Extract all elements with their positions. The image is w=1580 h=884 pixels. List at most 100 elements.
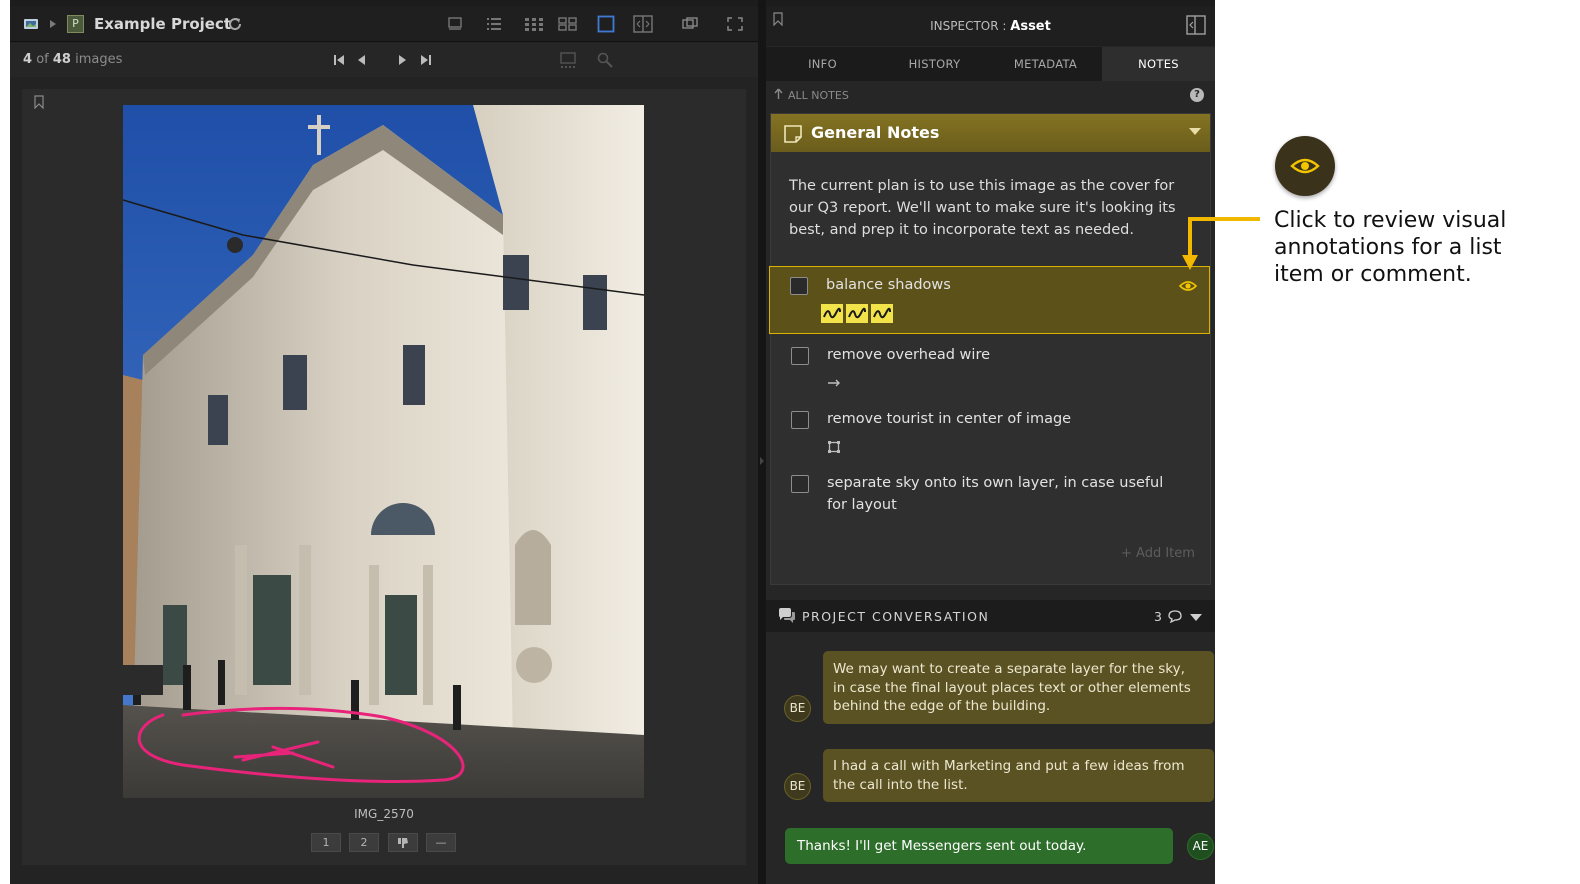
- list-view-icon[interactable]: [486, 17, 502, 31]
- message-bubble: We may want to create a separate layer f…: [823, 651, 1214, 724]
- viewer-subbar: 4 of 48 images: [10, 43, 758, 77]
- fullscreen-icon[interactable]: [727, 17, 743, 31]
- chat-bubbles-icon: [779, 608, 795, 623]
- eye-icon[interactable]: [1179, 279, 1197, 293]
- general-notes-header[interactable]: General Notes: [771, 114, 1210, 152]
- scribble-annotations[interactable]: [821, 304, 893, 323]
- inspector-title: INSPECTOR : Asset: [766, 19, 1215, 34]
- list-item[interactable]: balance shadows: [769, 266, 1210, 334]
- panel-toggle-icon[interactable]: [1185, 14, 1207, 36]
- scribble-icon[interactable]: [846, 304, 868, 323]
- viewer-pane: P Example Project 4 of 48 images IMG_257…: [10, 6, 758, 884]
- up-arrow-icon: [774, 88, 783, 99]
- viewer-titlebar: P Example Project: [10, 6, 758, 42]
- inspector-title-asset: Asset: [1010, 19, 1051, 34]
- item-text: remove overhead wire: [827, 347, 991, 363]
- collapse-arrow-icon[interactable]: [759, 456, 765, 466]
- eye-icon: [1290, 158, 1320, 174]
- reject-button[interactable]: [388, 833, 418, 852]
- bookmark-icon[interactable]: [34, 95, 44, 109]
- item-checkbox[interactable]: [791, 347, 809, 365]
- conversation-header[interactable]: PROJECT CONVERSATION 3: [766, 600, 1215, 632]
- callout-arrow: [1182, 217, 1260, 270]
- image-stage: IMG_2570 1 2 —: [22, 89, 746, 865]
- general-notes-card: General Notes The current plan is to use…: [769, 113, 1211, 585]
- inspector-title-prefix: INSPECTOR :: [930, 19, 1011, 33]
- add-item-button[interactable]: + Add Item: [1121, 546, 1195, 561]
- message-line: in case the final layout places text or …: [833, 679, 1191, 696]
- crop-frame-icon[interactable]: [558, 51, 578, 71]
- list-item[interactable]: remove tourist in center of image: [771, 401, 1210, 461]
- project-badge: P: [67, 15, 84, 33]
- tab-info[interactable]: INFO: [767, 47, 878, 81]
- next-image-icon[interactable]: [395, 53, 409, 67]
- project-title: Example Project: [94, 15, 232, 33]
- single-view-icon[interactable]: [597, 15, 615, 33]
- rating-1-button[interactable]: 1: [311, 833, 341, 852]
- list-item[interactable]: remove overhead wire: [771, 337, 1210, 397]
- image-counter: 4 of 48 images: [23, 52, 122, 67]
- breadcrumb-label: ALL NOTES: [788, 89, 849, 102]
- zoom-icon[interactable]: [597, 52, 613, 68]
- filmstrip-view-icon[interactable]: [447, 17, 463, 31]
- conversation-caret-icon[interactable]: [1190, 614, 1202, 621]
- tab-metadata[interactable]: METADATA: [990, 47, 1101, 81]
- large-grid-view-icon[interactable]: [558, 17, 578, 31]
- inspector-tabs: INFO HISTORY METADATA NOTES: [766, 47, 1215, 81]
- small-grid-view-icon[interactable]: [524, 17, 544, 31]
- collapse-caret-icon[interactable]: [1189, 128, 1201, 135]
- comment-count: 3: [1154, 609, 1162, 624]
- last-image-icon[interactable]: [419, 53, 433, 67]
- tab-history[interactable]: HISTORY: [879, 47, 990, 81]
- thumbs-down-icon: [398, 838, 408, 848]
- image-filename: IMG_2570: [354, 807, 414, 821]
- comment-icon: [1168, 610, 1182, 623]
- arrow-icon[interactable]: [827, 379, 841, 387]
- avatar-self[interactable]: AE: [1187, 833, 1214, 860]
- compare-view-icon[interactable]: [633, 15, 653, 33]
- inspector-panel: INSPECTOR : Asset INFO HISTORY METADATA …: [766, 6, 1215, 884]
- tab-notes[interactable]: NOTES: [1102, 47, 1215, 81]
- pane-divider[interactable]: [758, 0, 766, 884]
- conversation-title: PROJECT CONVERSATION: [802, 609, 990, 624]
- item-text: remove tourist in center of image: [827, 411, 1072, 427]
- message-line: I had a call with Marketing and put a fe…: [833, 758, 1185, 774]
- message-line: behind the edge of the building.: [833, 698, 1051, 714]
- rectangle-icon[interactable]: [827, 440, 841, 454]
- avatar[interactable]: BE: [784, 773, 811, 800]
- overlay-view-icon[interactable]: [682, 17, 698, 31]
- item-text: separate sky onto its own layer, in case…: [827, 475, 1164, 513]
- image-index: 4: [23, 52, 33, 67]
- expand-arrow-icon[interactable]: [48, 16, 58, 32]
- message-line: We may want to create a separate layer f…: [833, 661, 1185, 677]
- scribble-icon[interactable]: [821, 304, 843, 323]
- image-counter-unit: images: [75, 52, 123, 67]
- item-checkbox[interactable]: [791, 475, 809, 493]
- callout-eye-badge: [1275, 136, 1335, 196]
- message-line: the call into the list.: [833, 776, 968, 793]
- all-notes-breadcrumb[interactable]: ALL NOTES: [774, 88, 849, 102]
- image-library-icon[interactable]: [23, 16, 39, 32]
- church-photo[interactable]: [123, 105, 644, 798]
- first-image-icon[interactable]: [332, 53, 346, 67]
- note-icon: [784, 125, 802, 143]
- image-total: 48: [52, 52, 71, 67]
- image-counter-of: of: [36, 52, 49, 67]
- list-item[interactable]: separate sky onto its own layer, in case…: [771, 465, 1210, 525]
- item-checkbox[interactable]: [790, 277, 808, 295]
- clear-rating-button[interactable]: —: [426, 833, 456, 852]
- previous-image-icon[interactable]: [355, 53, 369, 67]
- item-text: balance shadows: [826, 277, 951, 293]
- callout-line: item or comment.: [1274, 262, 1472, 287]
- help-icon[interactable]: ?: [1190, 88, 1204, 102]
- refresh-icon[interactable]: [227, 16, 243, 32]
- avatar[interactable]: BE: [784, 695, 811, 722]
- callout-line: Click to review visual: [1274, 208, 1507, 233]
- item-checkbox[interactable]: [791, 411, 809, 429]
- rating-2-button[interactable]: 2: [349, 833, 379, 852]
- message-bubble-self: Thanks! I'll get Messengers sent out tod…: [785, 828, 1173, 864]
- general-notes-title: General Notes: [811, 123, 940, 142]
- scribble-icon[interactable]: [871, 304, 893, 323]
- callout-line: annotations for a list: [1274, 235, 1502, 260]
- general-notes-body: The current plan is to use this image as…: [789, 178, 1176, 238]
